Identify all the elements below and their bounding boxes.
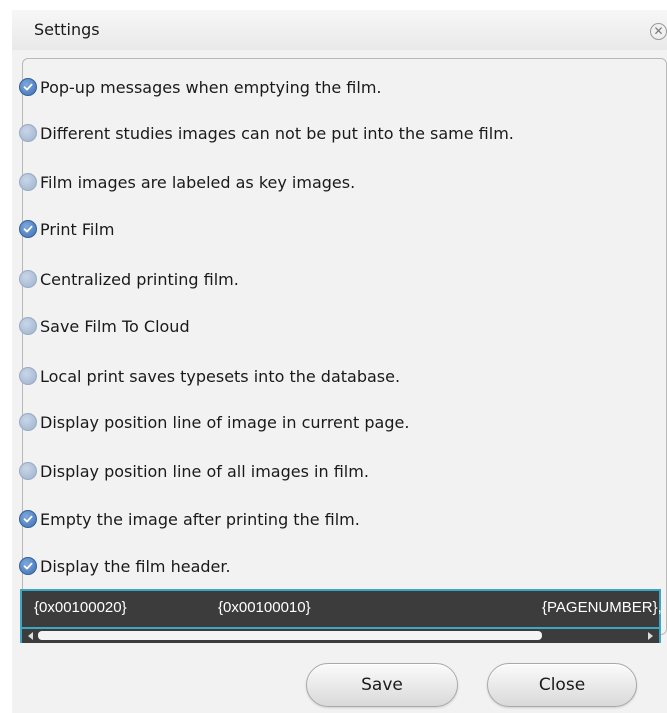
option-label: Local print saves typesets into the data… — [40, 366, 401, 386]
option-label: Display the film header. — [40, 556, 231, 576]
option-label: Save Film To Cloud — [40, 316, 190, 336]
option-radio[interactable] — [19, 413, 37, 431]
option-different-studies[interactable]: Different studies images can not be put … — [19, 121, 514, 145]
option-centralized-printing[interactable]: Centralized printing film. — [19, 267, 239, 291]
option-save-to-cloud[interactable]: Save Film To Cloud — [19, 314, 190, 338]
save-button[interactable]: Save — [306, 663, 458, 707]
option-position-line-current[interactable]: Display position line of image in curren… — [19, 410, 409, 434]
header-field-patient-name: {0x00100010} — [218, 599, 311, 616]
option-label: Pop-up messages when emptying the film. — [40, 77, 382, 97]
option-film-header[interactable]: Display the film header. — [19, 554, 231, 578]
option-local-print-typesets[interactable]: Local print saves typesets into the data… — [19, 364, 400, 388]
option-label: Different studies images can not be put … — [40, 123, 514, 143]
header-field-page-number: {PAGENUMBER}, — [542, 599, 662, 616]
option-radio[interactable] — [19, 124, 37, 142]
check-icon — [23, 83, 33, 91]
option-radio[interactable] — [19, 462, 37, 480]
film-header-field[interactable]: {0x00100020} {0x00100010} {PAGENUMBER}, — [20, 589, 662, 629]
option-radio[interactable] — [19, 173, 37, 191]
option-position-line-all[interactable]: Display position line of all images in f… — [19, 459, 369, 483]
option-empty-after-print[interactable]: Empty the image after printing the film. — [19, 507, 360, 531]
option-label: Film images are labeled as key images. — [40, 172, 356, 192]
horizontal-scrollbar[interactable] — [20, 629, 661, 643]
option-popup-messages[interactable]: Pop-up messages when emptying the film. — [19, 75, 382, 99]
dialog-title: Settings — [34, 20, 100, 39]
check-icon — [23, 225, 33, 233]
option-label: Display position line of image in curren… — [40, 412, 410, 432]
option-print-film[interactable]: Print Film — [19, 217, 114, 241]
option-radio[interactable] — [19, 510, 37, 528]
close-icon[interactable]: ✕ — [650, 23, 667, 40]
title-bar: Settings ✕ — [12, 10, 667, 50]
option-label: Centralized printing film. — [40, 269, 239, 289]
option-label: Display position line of all images in f… — [40, 461, 369, 481]
option-radio[interactable] — [19, 367, 37, 385]
option-label: Empty the image after printing the film. — [40, 509, 360, 529]
scroll-right-arrow-icon[interactable] — [648, 632, 653, 640]
check-icon — [23, 515, 33, 523]
scroll-left-arrow-icon[interactable] — [28, 632, 33, 640]
check-icon — [23, 562, 33, 570]
header-field-patient-id: {0x00100020} — [34, 599, 127, 616]
close-button[interactable]: Close — [487, 663, 637, 707]
scroll-thumb[interactable] — [38, 631, 542, 640]
option-radio[interactable] — [19, 78, 37, 96]
option-key-images[interactable]: Film images are labeled as key images. — [19, 170, 355, 194]
option-label: Print Film — [40, 219, 115, 239]
option-radio[interactable] — [19, 270, 37, 288]
option-radio[interactable] — [19, 557, 37, 575]
option-radio[interactable] — [19, 220, 37, 238]
option-radio[interactable] — [19, 317, 37, 335]
